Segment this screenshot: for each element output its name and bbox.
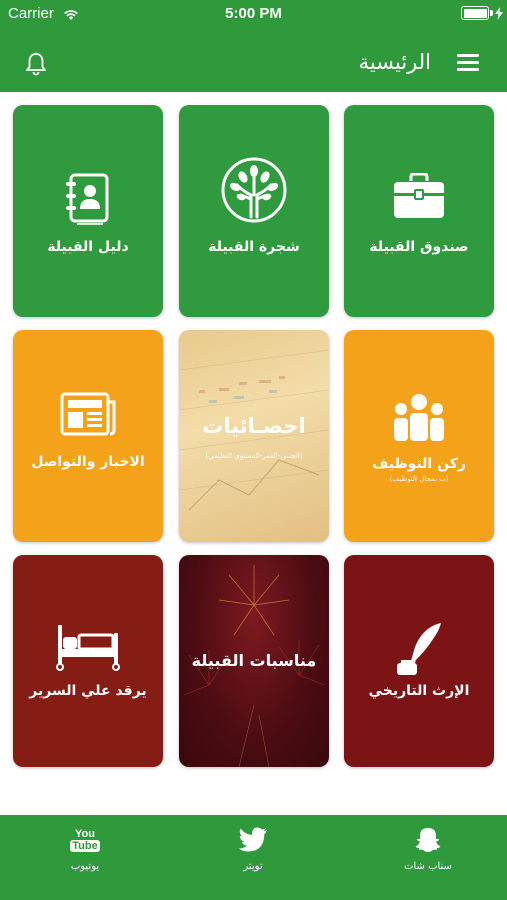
newspaper-icon [13,392,163,436]
page-title: الرئيسية [358,50,431,74]
tile-label: مناسبات القبيلة [191,651,317,670]
youtube-text-bottom: Tube [70,840,100,852]
tile-occasions[interactable]: مناسبات القبيلة [179,555,329,767]
tree-icon [179,157,329,223]
tile-statistics[interactable]: احصـائيات (الجنس-العمر-المستوي التعليمي) [179,330,329,542]
tile-label: الإرث التاريخي [368,683,470,699]
tile-subtitle: (ب بمجال التوظيف) [389,475,449,483]
tab-label: يوتيوب [70,861,100,872]
tile-tribe-tree[interactable]: شجرة القبيلة [179,105,329,317]
charging-icon [495,5,503,24]
tab-label: تويتر [243,861,263,872]
youtube-text-top: You [75,828,95,840]
bottom-tab-bar: سناب شات تويتر You Tube يوتيوب [0,815,507,900]
tile-heritage[interactable]: الإرث التاريخي [344,555,494,767]
people-icon [344,392,494,442]
bell-icon[interactable] [25,52,47,80]
battery-icon [461,6,489,20]
tab-label: سناب شات [404,861,452,872]
tab-snapchat[interactable]: سناب شات [378,825,478,872]
battery-tip [490,10,493,16]
tile-label: شجرة القبيلة [208,239,300,255]
tile-employment[interactable]: ركن التوظيف (ب بمجال التوظيف) [344,330,494,542]
tile-label: ركن التوظيف [372,456,466,472]
status-bar: Carrier 5:00 PM [0,0,507,28]
youtube-icon: You Tube [35,825,135,855]
tile-label: احصـائيات [202,414,306,438]
tile-label: دليل القبيلة [47,239,129,255]
briefcase-icon [344,173,494,219]
tile-label: صندوق القبيلة [369,239,469,255]
tile-label: الاخبار والتواصل [31,454,145,470]
tab-youtube[interactable]: You Tube يوتيوب [35,825,135,872]
tile-label: يرقد علي السرير [29,683,147,699]
snapchat-icon [378,825,478,855]
top-bar: Carrier 5:00 PM الرئيسية [0,0,507,92]
bed-icon [13,619,163,671]
tab-twitter[interactable]: تويتر [203,825,303,872]
status-time: 5:00 PM [225,5,282,22]
tile-subtitle: (الجنس-العمر-المستوي التعليمي) [205,452,303,460]
tile-news[interactable]: الاخبار والتواصل [13,330,163,542]
tile-bedridden[interactable]: يرقد علي السرير [13,555,163,767]
quill-icon [344,621,494,677]
tile-tribe-fund[interactable]: صندوق القبيلة [344,105,494,317]
menu-icon[interactable] [457,54,479,72]
tile-tribe-directory[interactable]: دليل القبيلة [13,105,163,317]
address-book-icon [13,173,163,227]
twitter-icon [203,825,303,855]
